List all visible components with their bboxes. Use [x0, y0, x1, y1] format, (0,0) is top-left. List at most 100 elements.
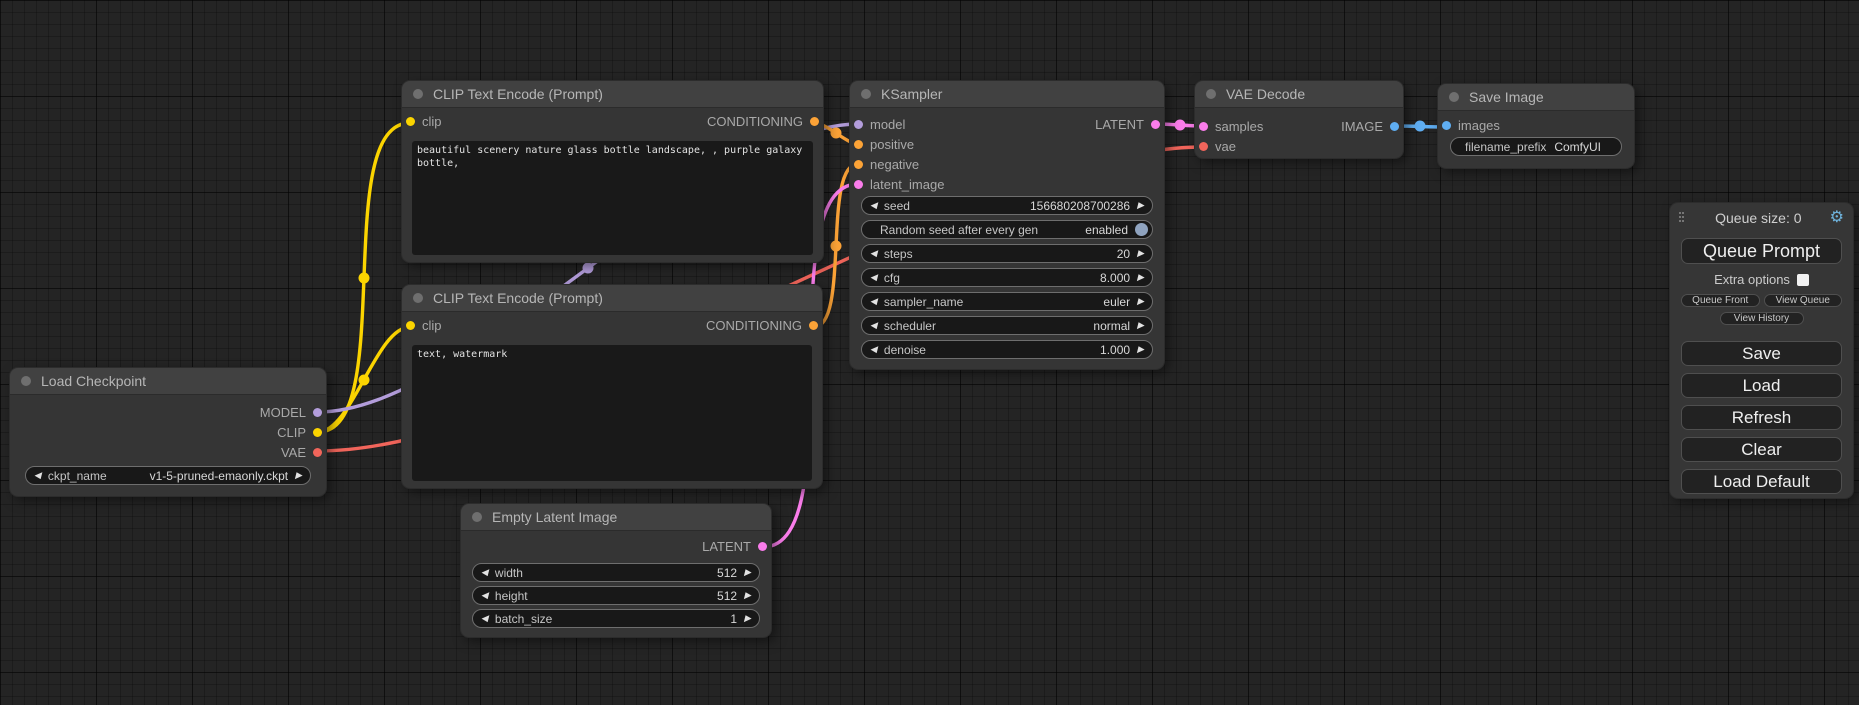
output-slot-dot[interactable]	[809, 321, 818, 330]
widget-value[interactable]: normal	[1093, 319, 1130, 333]
width-widget[interactable]: ◀width 512▶	[472, 563, 760, 582]
input-slot-dot[interactable]	[1199, 122, 1208, 131]
input-slot-negative[interactable]: negative	[854, 157, 919, 172]
widget-value[interactable]: v1-5-pruned-emaonly.ckpt	[150, 469, 289, 483]
widget-value[interactable]: euler	[1103, 295, 1130, 309]
input-slot-dot[interactable]	[854, 140, 863, 149]
node-title-bar[interactable]: CLIP Text Encode (Prompt)	[402, 285, 822, 312]
queue-prompt-button[interactable]: Queue Prompt	[1681, 238, 1842, 264]
seed-widget[interactable]: ◀seed 156680208700286▶	[861, 196, 1153, 215]
save-button[interactable]: Save	[1681, 341, 1842, 366]
output-slot-dot[interactable]	[313, 408, 322, 417]
height-widget[interactable]: ◀height 512▶	[472, 586, 760, 605]
node-title-bar[interactable]: Save Image	[1438, 84, 1634, 111]
queue-front-button[interactable]: Queue Front	[1681, 294, 1760, 307]
node-clip-text-encode-negative[interactable]: CLIP Text Encode (Prompt) clip CONDITION…	[402, 285, 822, 488]
input-slot-clip[interactable]: clip	[406, 318, 442, 333]
input-slot-vae[interactable]: vae	[1199, 139, 1236, 154]
output-slot-conditioning[interactable]: CONDITIONING	[706, 318, 818, 333]
collapse-dot-icon[interactable]	[413, 293, 423, 303]
input-slot-images[interactable]: images	[1442, 118, 1500, 133]
step-left-icon[interactable]: ◀	[481, 591, 488, 600]
step-right-icon[interactable]: ▶	[744, 591, 751, 600]
ckpt-name-widget[interactable]: ◀ckpt_name v1-5-pruned-emaonly.ckpt▶	[25, 466, 311, 485]
node-title-bar[interactable]: Empty Latent Image	[461, 504, 771, 531]
step-right-icon[interactable]: ▶	[295, 471, 302, 480]
collapse-dot-icon[interactable]	[21, 376, 31, 386]
prompt-textarea[interactable]: beautiful scenery nature glass bottle la…	[412, 141, 813, 255]
node-empty-latent-image[interactable]: Empty Latent Image LATENT ◀width 512▶ ◀h…	[461, 504, 771, 637]
step-right-icon[interactable]: ▶	[1137, 321, 1144, 330]
batch-size-widget[interactable]: ◀batch_size 1▶	[472, 609, 760, 628]
step-right-icon[interactable]: ▶	[744, 614, 751, 623]
widget-value[interactable]: enabled	[1085, 223, 1128, 237]
collapse-dot-icon[interactable]	[413, 89, 423, 99]
output-slot-clip[interactable]: CLIP	[277, 425, 322, 440]
denoise-widget[interactable]: ◀denoise 1.000▶	[861, 340, 1153, 359]
step-right-icon[interactable]: ▶	[1137, 201, 1144, 210]
step-right-icon[interactable]: ▶	[1137, 249, 1144, 258]
output-slot-latent[interactable]: LATENT	[1095, 117, 1160, 132]
output-slot-dot[interactable]	[1390, 122, 1399, 131]
refresh-button[interactable]: Refresh	[1681, 405, 1842, 430]
load-default-button[interactable]: Load Default	[1681, 469, 1842, 494]
input-slot-dot[interactable]	[854, 120, 863, 129]
node-graph-canvas[interactable]: Load Checkpoint MODEL CLIP VAE ◀ckpt_nam…	[0, 0, 1859, 705]
output-slot-dot[interactable]	[1151, 120, 1160, 129]
node-load-checkpoint[interactable]: Load Checkpoint MODEL CLIP VAE ◀ckpt_nam…	[10, 368, 326, 496]
input-slot-dot[interactable]	[406, 117, 415, 126]
output-slot-latent[interactable]: LATENT	[702, 539, 767, 554]
step-left-icon[interactable]: ◀	[34, 471, 41, 480]
step-left-icon[interactable]: ◀	[481, 614, 488, 623]
node-title-bar[interactable]: Load Checkpoint	[10, 368, 326, 395]
input-slot-latent-image[interactable]: latent_image	[854, 177, 944, 192]
step-right-icon[interactable]: ▶	[1137, 273, 1144, 282]
step-left-icon[interactable]: ◀	[870, 273, 877, 282]
node-title-bar[interactable]: VAE Decode	[1195, 81, 1403, 108]
input-slot-dot[interactable]	[406, 321, 415, 330]
output-slot-dot[interactable]	[313, 428, 322, 437]
input-slot-dot[interactable]	[1442, 121, 1451, 130]
settings-gear-icon[interactable]: ⚙	[1830, 210, 1844, 226]
input-slot-clip[interactable]: clip	[406, 114, 442, 129]
load-button[interactable]: Load	[1681, 373, 1842, 398]
output-slot-image[interactable]: IMAGE	[1341, 119, 1399, 134]
node-title-bar[interactable]: KSampler	[850, 81, 1164, 108]
input-slot-positive[interactable]: positive	[854, 137, 914, 152]
widget-value[interactable]: 512	[717, 566, 737, 580]
drag-handle-icon[interactable]	[1679, 212, 1687, 224]
widget-value[interactable]: 512	[717, 589, 737, 603]
node-title-bar[interactable]: CLIP Text Encode (Prompt)	[402, 81, 823, 108]
collapse-dot-icon[interactable]	[1206, 89, 1216, 99]
scheduler-widget[interactable]: ◀scheduler normal▶	[861, 316, 1153, 335]
node-vae-decode[interactable]: VAE Decode samples IMAGE vae	[1195, 81, 1403, 158]
input-slot-model[interactable]: model	[854, 117, 905, 132]
step-left-icon[interactable]: ◀	[870, 345, 877, 354]
step-left-icon[interactable]: ◀	[870, 321, 877, 330]
input-slot-dot[interactable]	[1199, 142, 1208, 151]
view-queue-button[interactable]: View Queue	[1764, 294, 1843, 307]
filename-prefix-widget[interactable]: filename_prefix ComfyUI	[1450, 137, 1622, 156]
input-slot-samples[interactable]: samples	[1199, 119, 1263, 134]
widget-value[interactable]: 20	[1117, 247, 1130, 261]
step-left-icon[interactable]: ◀	[870, 297, 877, 306]
random-seed-widget[interactable]: Random seed after every gen enabled	[861, 220, 1153, 239]
step-right-icon[interactable]: ▶	[1137, 345, 1144, 354]
sampler-name-widget[interactable]: ◀sampler_name euler▶	[861, 292, 1153, 311]
clear-button[interactable]: Clear	[1681, 437, 1842, 462]
node-clip-text-encode-positive[interactable]: CLIP Text Encode (Prompt) clip CONDITION…	[402, 81, 823, 262]
output-slot-dot[interactable]	[758, 542, 767, 551]
step-left-icon[interactable]: ◀	[870, 249, 877, 258]
node-save-image[interactable]: Save Image images filename_prefix ComfyU…	[1438, 84, 1634, 168]
steps-widget[interactable]: ◀steps 20▶	[861, 244, 1153, 263]
collapse-dot-icon[interactable]	[472, 512, 482, 522]
widget-value[interactable]: ComfyUI	[1554, 140, 1601, 154]
step-right-icon[interactable]: ▶	[1137, 297, 1144, 306]
output-slot-vae[interactable]: VAE	[281, 445, 322, 460]
output-slot-dot[interactable]	[810, 117, 819, 126]
input-slot-dot[interactable]	[854, 180, 863, 189]
prompt-textarea[interactable]: text, watermark	[412, 345, 812, 481]
cfg-widget[interactable]: ◀cfg 8.000▶	[861, 268, 1153, 287]
output-slot-dot[interactable]	[313, 448, 322, 457]
input-slot-dot[interactable]	[854, 160, 863, 169]
